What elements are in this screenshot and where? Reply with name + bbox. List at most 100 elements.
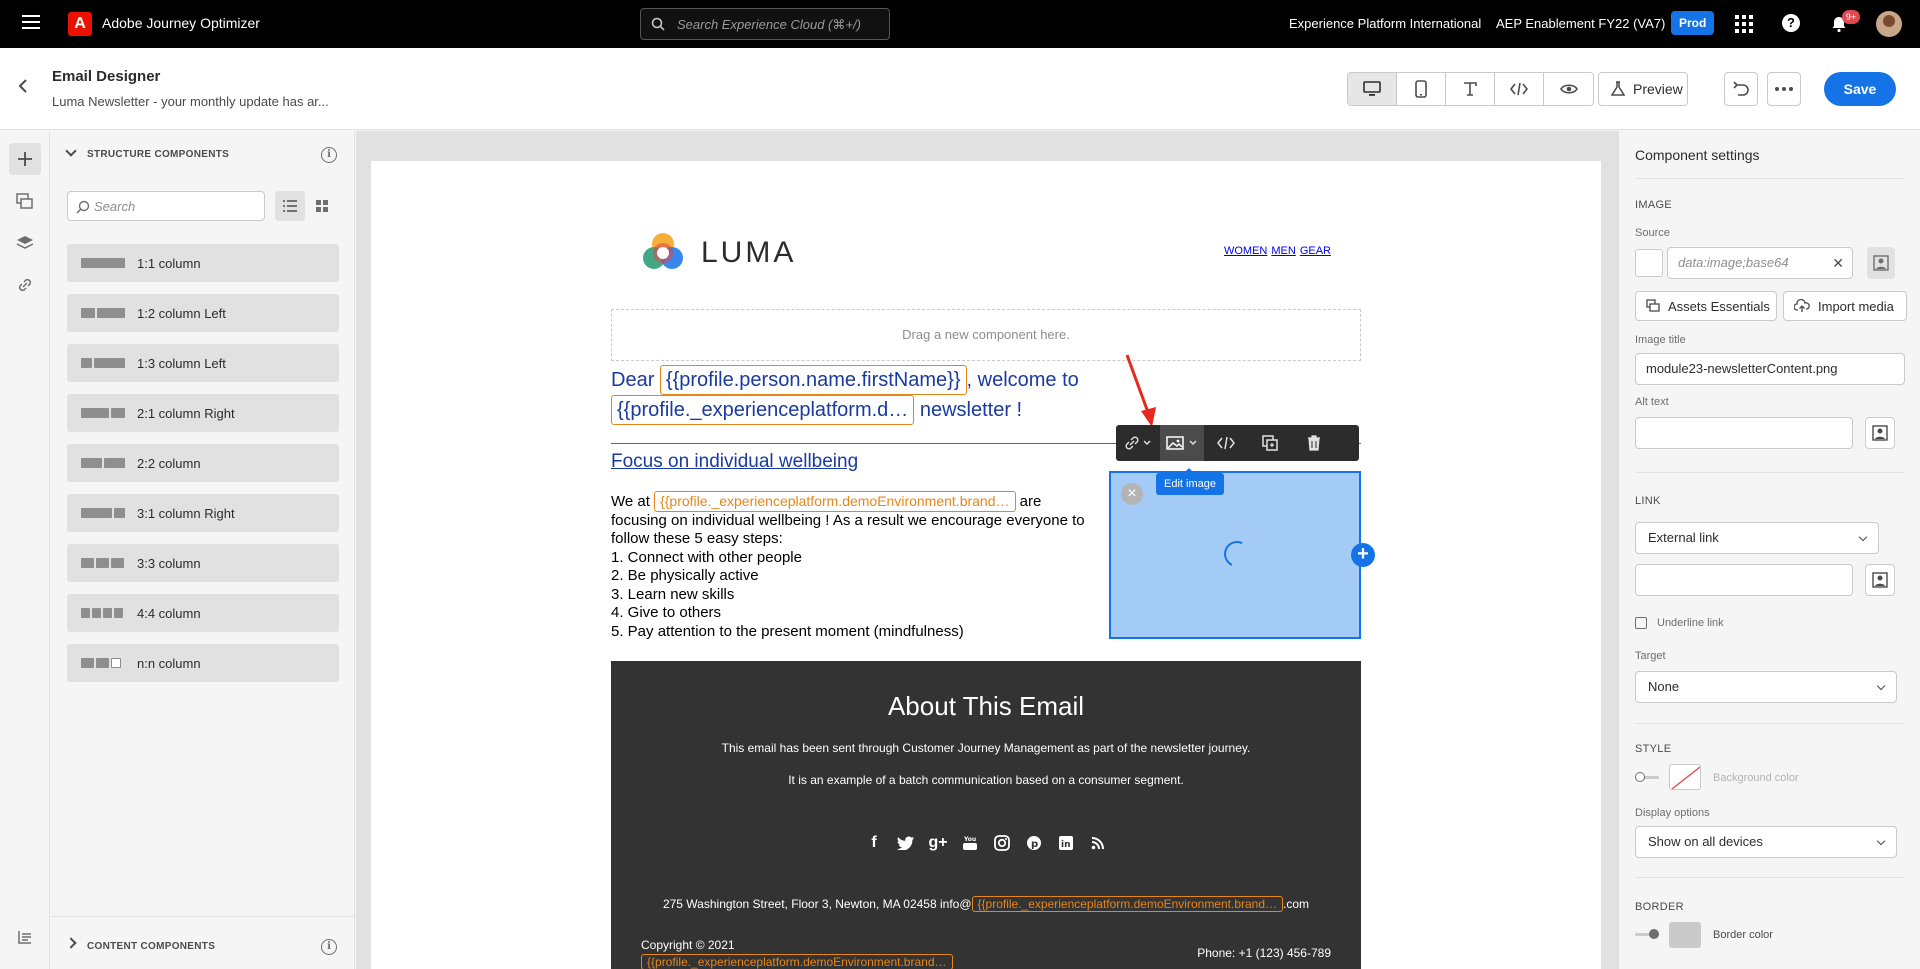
link-url-input[interactable] [1635, 564, 1853, 596]
help-icon[interactable]: ? [1782, 14, 1800, 32]
add-component-icon[interactable]: + [1351, 543, 1375, 567]
component-1-1-column[interactable]: 1:1 column [67, 244, 339, 282]
adobe-logo[interactable]: A [68, 12, 92, 36]
instagram-icon[interactable] [992, 833, 1012, 853]
assets-essentials-button[interactable]: Assets Essentials [1635, 291, 1777, 321]
grid-icon [316, 200, 328, 212]
drop-zone[interactable]: Drag a new component here. [611, 309, 1361, 361]
border-color-label: Border color [1713, 929, 1773, 941]
grid-view-toggle[interactable] [307, 191, 337, 221]
selected-image-component[interactable]: × + [1109, 471, 1375, 639]
component-label: 2:1 column Right [137, 406, 235, 421]
code-view-button[interactable] [1495, 73, 1544, 105]
component-label: 1:1 column [137, 256, 201, 271]
alt-text-personalize-button[interactable] [1865, 417, 1895, 449]
hamburger-menu-icon[interactable] [22, 15, 40, 29]
source-input[interactable]: data:image;base64 ✕ [1667, 247, 1853, 279]
personalization-tag[interactable]: {{profile._experienceplatform.demoEnviro… [641, 954, 953, 969]
source-label: Source [1635, 227, 1670, 239]
personalization-tag[interactable]: {{profile._experienceplatform.d… [611, 395, 915, 425]
info-icon[interactable]: i [321, 147, 337, 163]
facebook-icon[interactable]: f [864, 833, 884, 853]
edit-image-button[interactable] [1160, 425, 1204, 461]
personalization-tag[interactable]: {{profile._experienceplatform.demoEnviro… [971, 896, 1284, 912]
text-view-button[interactable] [1446, 73, 1495, 105]
global-search-input[interactable]: Search Experience Cloud (⌘+/) [640, 8, 890, 40]
component-n-n-column[interactable]: n:n column [67, 644, 339, 682]
content-components-toggle[interactable]: CONTENT COMPONENTS [65, 937, 215, 952]
greeting-text[interactable]: Dear {{profile.person.name.firstName}}, … [611, 365, 1101, 425]
html-button[interactable] [1204, 425, 1248, 461]
component-1-3-column-left[interactable]: 1:3 column Left [67, 344, 339, 382]
back-arrow-icon[interactable] [16, 78, 32, 94]
user-avatar[interactable] [1876, 11, 1902, 37]
google-plus-icon[interactable]: g+ [928, 833, 948, 853]
layers-button[interactable] [9, 227, 41, 259]
duplicate-button[interactable] [1248, 425, 1292, 461]
body-text[interactable]: We at {{profile._experienceplatform.demo… [611, 491, 1101, 641]
undo-button[interactable] [1724, 72, 1758, 106]
sandbox-switcher[interactable]: AEP Enablement FY22 (VA7) [1496, 16, 1665, 31]
close-icon[interactable]: × [1121, 483, 1143, 505]
alt-text-input[interactable] [1635, 417, 1853, 449]
border-color-toggle[interactable] [1635, 928, 1659, 940]
nav-link-women[interactable]: WOMEN [1224, 245, 1267, 257]
personalization-icon [1872, 572, 1888, 588]
link-personalize-button[interactable] [1865, 564, 1895, 596]
section-title-link[interactable]: Focus on individual wellbeing [611, 451, 858, 473]
column-layout-icon [81, 308, 125, 318]
org-switcher[interactable]: Experience Platform International [1289, 16, 1481, 31]
more-actions-button[interactable] [1767, 72, 1801, 106]
personalization-tag[interactable]: {{profile.person.name.firstName}} [659, 365, 967, 395]
manage-button[interactable] [9, 921, 41, 953]
nav-link-men[interactable]: MEN [1271, 245, 1295, 257]
app-name[interactable]: Adobe Journey Optimizer [102, 15, 260, 31]
component-search-input[interactable]: Search [67, 191, 265, 221]
links-button[interactable] [9, 269, 41, 301]
social-links: f g+ You p in [611, 833, 1361, 853]
structure-components-toggle[interactable]: STRUCTURE COMPONENTS [65, 145, 229, 160]
image-title-input[interactable]: module23-newsletterContent.png [1635, 353, 1905, 385]
import-media-button[interactable]: Import media [1783, 291, 1907, 321]
svg-text:p: p [1031, 839, 1038, 850]
list-view-toggle[interactable] [275, 191, 305, 221]
link-button[interactable] [1116, 425, 1160, 461]
select-image-button[interactable] [1867, 247, 1895, 279]
component-4-4-column[interactable]: 4:4 column [67, 594, 339, 632]
desktop-view-button[interactable] [1348, 73, 1397, 105]
border-color-swatch[interactable] [1669, 922, 1701, 948]
linkedin-icon[interactable]: in [1056, 833, 1076, 853]
app-switcher-icon[interactable] [1735, 15, 1753, 33]
pinterest-icon[interactable]: p [1024, 833, 1044, 853]
component-2-2-column[interactable]: 2:2 column [67, 444, 339, 482]
preview-button[interactable]: Preview [1598, 72, 1688, 106]
assets-button[interactable] [9, 185, 41, 217]
clear-icon[interactable]: ✕ [1832, 248, 1844, 278]
nav-link-gear[interactable]: GEAR [1300, 245, 1331, 257]
add-components-button[interactable] [9, 143, 41, 175]
link-type-select[interactable]: External link [1635, 522, 1879, 554]
underline-link-label: Underline link [1657, 617, 1724, 629]
prod-badge[interactable]: Prod [1671, 11, 1715, 35]
rss-icon[interactable] [1088, 833, 1108, 853]
preview-view-button[interactable] [1544, 73, 1593, 105]
mobile-view-button[interactable] [1397, 73, 1446, 105]
background-color-toggle[interactable] [1635, 771, 1659, 783]
email-canvas[interactable]: LUMA WOMEN MEN GEAR Drag a new component h… [356, 131, 1618, 969]
component-3-1-column-right[interactable]: 3:1 column Right [67, 494, 339, 532]
personalization-tag[interactable]: {{profile._experienceplatform.demoEnviro… [654, 491, 1016, 512]
twitter-icon[interactable] [896, 833, 916, 853]
youtube-icon[interactable]: You [960, 833, 980, 853]
save-button[interactable]: Save [1824, 72, 1896, 106]
component-3-3-column[interactable]: 3:3 column [67, 544, 339, 582]
target-select[interactable]: None [1635, 671, 1897, 703]
component-1-2-column-left[interactable]: 1:2 column Left [67, 294, 339, 332]
info-icon[interactable]: i [321, 939, 337, 955]
assets-icon [16, 193, 33, 209]
background-color-swatch[interactable] [1669, 764, 1701, 790]
email-footer[interactable]: About This Email This email has been sen… [611, 661, 1361, 969]
component-2-1-column-right[interactable]: 2:1 column Right [67, 394, 339, 432]
display-options-select[interactable]: Show on all devices [1635, 826, 1897, 858]
underline-link-checkbox[interactable] [1635, 617, 1647, 629]
delete-button[interactable] [1292, 425, 1336, 461]
